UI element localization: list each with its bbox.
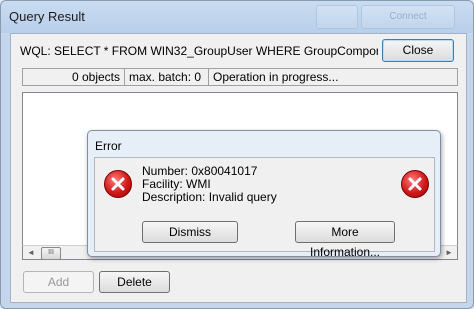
error-description: Description: Invalid query [142,190,277,204]
close-button[interactable]: Close [382,39,454,62]
scroll-left-icon[interactable]: ◄ [24,246,38,259]
background-panel [316,5,358,29]
error-icon [104,170,132,198]
object-count: 0 objects [23,69,125,85]
scroll-right-icon[interactable]: ► [442,246,456,259]
query-result-window: Query Result Connect WQL: SELECT * FROM … [0,0,474,309]
background-connect-button: Connect [361,5,455,29]
more-information-button[interactable]: More Information... [295,221,395,259]
error-dialog-body: Number: 0x80041017 Facility: WMI Descrip… [94,157,435,259]
window-title: Query Result [9,9,85,24]
title-bar[interactable]: Query Result Connect [1,1,473,33]
status-bar: 0 objects max. batch: 0 Operation in pro… [22,68,458,86]
query-text: WQL: SELECT * FROM WIN32_GroupUser WHERE… [20,44,378,58]
scroll-thumb[interactable]: III [41,247,61,260]
error-message: Number: 0x80041017 Facility: WMI Descrip… [142,165,277,204]
add-button[interactable]: Add [23,271,94,293]
delete-button[interactable]: Delete [99,271,170,293]
max-batch: max. batch: 0 [125,69,209,85]
operation-status: Operation in progress... [213,70,339,84]
error-dialog: Error Number: 0x80041017 Facility: WMI D… [87,130,441,259]
error-dialog-title: Error [95,139,122,153]
dismiss-button[interactable]: Dismiss [142,221,238,243]
error-icon [401,170,429,198]
